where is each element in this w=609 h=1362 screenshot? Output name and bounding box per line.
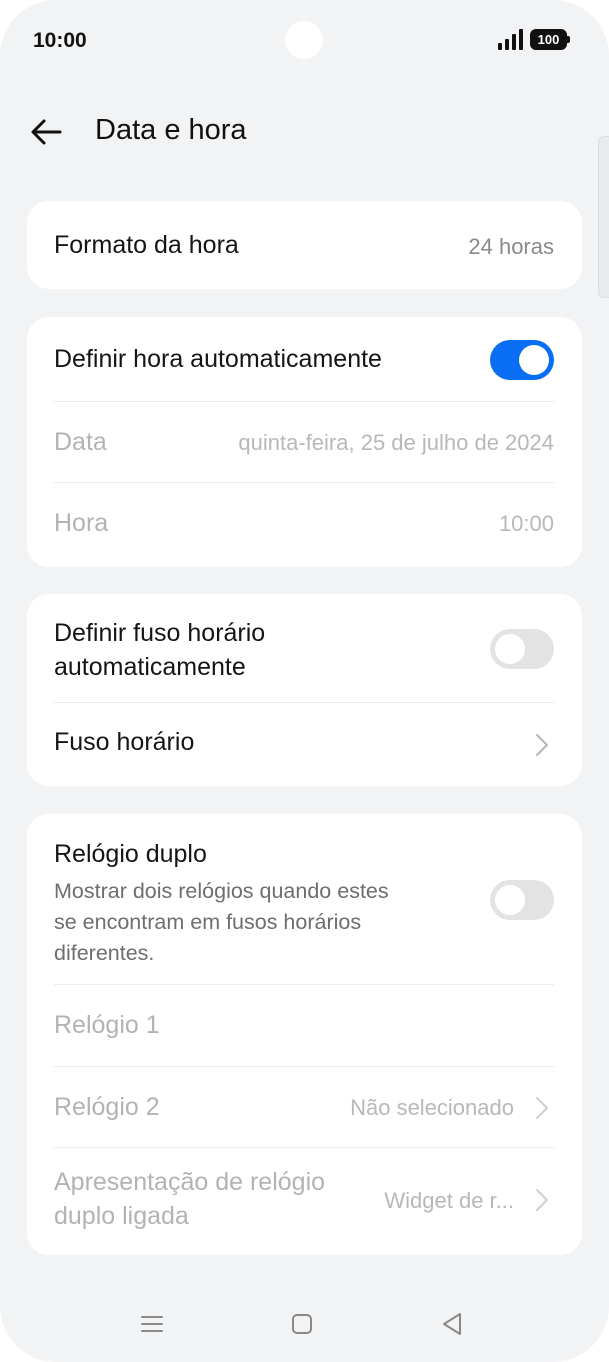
dual-clock-description-line1: Mostrar dois relógios quando estes: [54, 879, 389, 903]
dual-clock-label: Relógio duplo: [54, 840, 207, 868]
clock1-row: Relógio 1: [54, 985, 554, 1066]
arrow-left-icon[interactable]: [26, 112, 66, 152]
time-format-card[interactable]: Formato da hora 24 horas: [27, 201, 582, 289]
status-bar: 10:00 100: [0, 0, 609, 80]
camera-cutout: [285, 21, 323, 59]
battery-level: 100: [530, 29, 567, 50]
back-triangle-icon[interactable]: [437, 1309, 467, 1339]
dual-clock-display-label-line2: duplo ligada: [54, 1202, 189, 1230]
auto-timezone-label-line2: automaticamente: [54, 653, 246, 681]
toggle-knob: [495, 885, 525, 915]
clock2-label: Relógio 2: [54, 1093, 160, 1121]
page-title: Data e hora: [95, 114, 247, 146]
dual-clock-display-label-line1: Apresentação de relógio: [54, 1168, 326, 1196]
menu-icon[interactable]: [137, 1309, 167, 1339]
dual-clock-row[interactable]: Relógio duplo Mostrar dois relógios quan…: [54, 814, 554, 984]
hour-value: 10:00: [498, 511, 554, 536]
dual-clock-description-line3: diferentes.: [54, 941, 155, 965]
time-format-value: 24 horas: [468, 234, 554, 259]
scrollbar[interactable]: [598, 136, 609, 298]
timezone-card: Definir fuso horário automaticamente Fus…: [27, 594, 582, 786]
timezone-label: Fuso horário: [54, 728, 195, 756]
chevron-right-icon: [536, 734, 548, 756]
header: Data e hora: [0, 100, 609, 164]
dual-clock-toggle[interactable]: [490, 880, 554, 920]
date-row: Data quinta-feira, 25 de julho de 2024: [54, 402, 554, 482]
auto-timezone-label-line1: Definir fuso horário: [54, 619, 266, 647]
chevron-right-icon: [536, 1097, 548, 1119]
dual-clock-display-value: Widget de r...: [384, 1188, 514, 1213]
auto-timezone-row[interactable]: Definir fuso horário automaticamente: [54, 594, 554, 702]
dual-clock-card: Relógio duplo Mostrar dois relógios quan…: [27, 814, 582, 1255]
hour-label: Hora: [54, 509, 109, 537]
auto-timezone-toggle[interactable]: [490, 629, 554, 669]
toggle-knob: [519, 345, 549, 375]
auto-time-toggle[interactable]: [490, 340, 554, 380]
date-value: quinta-feira, 25 de julho de 2024: [238, 430, 554, 455]
time-format-row[interactable]: Formato da hora 24 horas: [54, 201, 554, 289]
home-square-icon[interactable]: [287, 1309, 317, 1339]
dual-clock-description-line2: se encontram em fusos horários: [54, 910, 362, 934]
phone-screen: 10:00 100 Data e hora Formato da hora 24…: [0, 0, 609, 1362]
auto-time-card: Definir hora automaticamente Data quinta…: [27, 317, 582, 567]
status-time: 10:00: [33, 29, 87, 52]
hour-row: Hora 10:00: [54, 483, 554, 563]
clock1-label: Relógio 1: [54, 1011, 160, 1039]
chevron-right-icon: [536, 1189, 548, 1211]
auto-time-label: Definir hora automaticamente: [54, 345, 382, 373]
dual-clock-display-row: Apresentação de relógio duplo ligada Wid…: [54, 1148, 554, 1255]
timezone-row[interactable]: Fuso horário: [54, 703, 554, 786]
toggle-knob: [495, 634, 525, 664]
auto-time-row[interactable]: Definir hora automaticamente: [54, 317, 554, 401]
battery-icon: 100: [530, 29, 570, 50]
clock2-value: Não selecionado: [350, 1095, 514, 1120]
date-label: Data: [54, 428, 107, 456]
navigation-bar: [0, 1295, 609, 1355]
signal-icon: [498, 29, 523, 50]
time-format-label: Formato da hora: [54, 231, 239, 259]
clock2-row: Relógio 2 Não selecionado: [54, 1067, 554, 1147]
